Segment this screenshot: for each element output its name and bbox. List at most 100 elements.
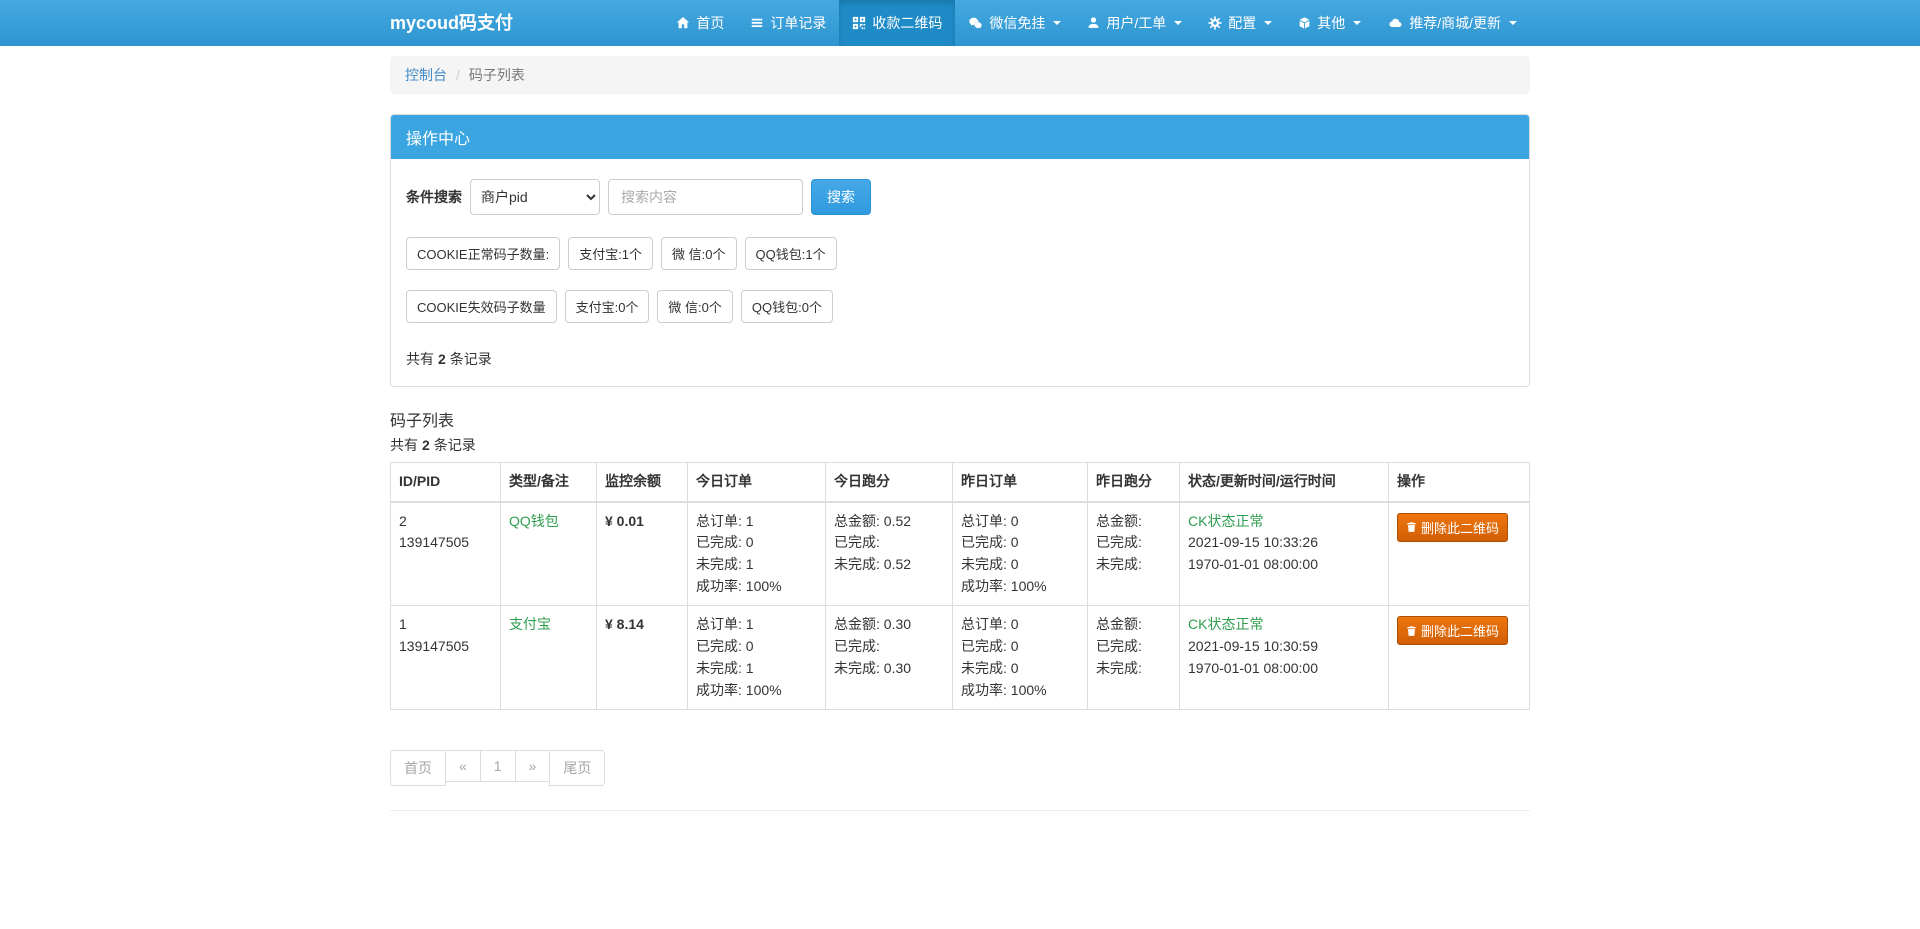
delete-qrcode-button[interactable]: 删除此二维码 (1397, 513, 1508, 542)
column-header-8: 操作 (1389, 463, 1530, 502)
page-first[interactable]: 首页 (390, 750, 446, 786)
id-pid-cell: 2139147505 (391, 502, 501, 606)
stat-button[interactable]: COOKIE正常码子数量: (406, 237, 560, 270)
channel-type-cell: 支付宝 (501, 606, 597, 710)
stat-row-normal: COOKIE正常码子数量:支付宝:1个微 信:0个 QQ钱包:1个 (406, 237, 1514, 270)
status-cell: CK状态正常2021-09-15 10:33:261970-01-01 08:0… (1180, 502, 1389, 606)
page-next[interactable]: » (515, 750, 551, 782)
today-points-cell: 总金额: 0.52已完成:未完成: 0.52 (826, 502, 953, 606)
stat-button[interactable]: QQ钱包:0个 (741, 290, 833, 323)
records-suffix: 条记录 (434, 437, 476, 453)
nav-item-orders[interactable]: 订单记录 (737, 0, 839, 46)
yesterday-order-cell: 总订单: 0已完成: 0未完成: 0成功率: 100% (953, 502, 1088, 606)
pagination: 首页«1»尾页 (390, 750, 1530, 786)
yesterday-points-cell-line: 已完成: (1096, 532, 1171, 554)
column-header-1: 类型/备注 (501, 463, 597, 502)
nav-item-label: 收款二维码 (872, 13, 942, 33)
today-order-cell-line: 未完成: 1 (696, 554, 817, 576)
yesterday-points-cell: 总金额:已完成:未完成: (1088, 502, 1180, 606)
table-row: 1139147505支付宝¥ 8.14总订单: 1已完成: 0未完成: 1成功率… (391, 606, 1530, 710)
nav-item-qrcode[interactable]: 收款二维码 (839, 0, 955, 46)
nav-item-config[interactable]: 配置 (1195, 0, 1285, 46)
stat-button[interactable]: 支付宝:0个 (565, 290, 650, 323)
box-icon (1298, 16, 1311, 30)
today-points-cell-line: 已完成: (834, 636, 944, 658)
records-prefix: 共有 (390, 437, 418, 453)
stat-button[interactable]: 微 信:0个 (657, 290, 732, 323)
delete-qrcode-button[interactable]: 删除此二维码 (1397, 616, 1508, 645)
ck-status: CK状态正常 (1188, 511, 1380, 533)
yesterday-points-cell: 总金额:已完成:未完成: (1088, 606, 1180, 710)
page-1[interactable]: 1 (480, 750, 516, 782)
pagination-item: 尾页 (550, 750, 605, 786)
yesterday-order-cell-line: 成功率: 100% (961, 680, 1079, 702)
today-order-cell-line: 已完成: 0 (696, 532, 817, 554)
trash-icon (1406, 521, 1417, 533)
nav-item-label: 推荐/商城/更新 (1409, 13, 1501, 33)
run-time: 1970-01-01 08:00:00 (1188, 658, 1380, 680)
update-time: 2021-09-15 10:33:26 (1188, 532, 1380, 554)
row-id: 1 (399, 614, 492, 636)
records-count: 2 (422, 437, 430, 453)
update-time: 2021-09-15 10:30:59 (1188, 636, 1380, 658)
today-order-cell-line: 已完成: 0 (696, 636, 817, 658)
column-header-2: 监控余额 (597, 463, 688, 502)
records-suffix: 条记录 (450, 351, 492, 367)
delete-button-label: 删除此二维码 (1421, 518, 1499, 537)
yesterday-order-cell-line: 总订单: 0 (961, 614, 1079, 636)
channel-type-cell: QQ钱包 (501, 502, 597, 606)
breadcrumb: 控制台 / 码子列表 (390, 56, 1530, 94)
caret-down-icon (1174, 21, 1182, 25)
nav-item-other[interactable]: 其他 (1285, 0, 1374, 46)
yesterday-order-cell-line: 已完成: 0 (961, 636, 1079, 658)
column-header-0: ID/PID (391, 463, 501, 502)
nav-item-label: 用户/工单 (1106, 13, 1166, 33)
nav-item-home[interactable]: 首页 (663, 0, 737, 46)
yesterday-points-cell-line: 总金额: (1096, 511, 1171, 533)
page-last[interactable]: 尾页 (549, 750, 605, 786)
caret-down-icon (1053, 21, 1061, 25)
column-header-6: 昨日跑分 (1088, 463, 1180, 502)
nav-item-label: 订单记录 (770, 13, 826, 33)
id-pid-cell: 1139147505 (391, 606, 501, 710)
nav-item-users[interactable]: 用户/工单 (1074, 0, 1195, 46)
brand[interactable]: mycoud码支付 (390, 0, 513, 46)
caret-down-icon (1509, 21, 1517, 25)
nav-item-wechat[interactable]: 微信免挂 (955, 0, 1074, 46)
stat-button[interactable]: QQ钱包:1个 (745, 237, 837, 270)
yesterday-order-cell-line: 已完成: 0 (961, 532, 1079, 554)
stat-row-invalid: COOKIE失效码子数量支付宝:0个微 信:0个 QQ钱包:0个 (406, 290, 1514, 323)
stat-button[interactable]: 支付宝:1个 (568, 237, 653, 270)
nav-item-recommend[interactable]: 推荐/商城/更新 (1374, 0, 1530, 46)
run-time: 1970-01-01 08:00:00 (1188, 554, 1380, 576)
page-prev[interactable]: « (445, 750, 481, 782)
stat-button[interactable]: 微 信:0个 (661, 237, 736, 270)
table-row: 2139147505QQ钱包¥ 0.01总订单: 1已完成: 0未完成: 1成功… (391, 502, 1530, 606)
nav-item-label: 微信免挂 (989, 13, 1045, 33)
nav-item-label: 首页 (696, 13, 724, 33)
gear-icon (1208, 16, 1222, 30)
nav-item-label: 配置 (1228, 13, 1256, 33)
column-header-3: 今日订单 (688, 463, 826, 502)
search-label: 条件搜索 (406, 187, 462, 207)
trash-icon (1406, 625, 1417, 637)
yesterday-order-cell-line: 成功率: 100% (961, 576, 1079, 598)
ck-status: CK状态正常 (1188, 614, 1380, 636)
balance-cell: ¥ 8.14 (597, 606, 688, 710)
breadcrumb-home-link[interactable]: 控制台 (405, 65, 447, 85)
user-icon (1087, 16, 1100, 30)
search-type-select[interactable]: 商户pid (470, 179, 600, 215)
column-header-5: 昨日订单 (953, 463, 1088, 502)
search-button[interactable]: 搜索 (811, 179, 871, 215)
operation-panel: 操作中心 条件搜索 商户pid 搜索 COOKIE正常码子数量:支付宝:1个微 … (390, 114, 1530, 387)
navbar: mycoud码支付 首页 订单记录 收款二维码 微信免挂 用户/工单 配置 其他 推荐/商城/… (0, 0, 1920, 46)
yesterday-order-cell-line: 未完成: 0 (961, 658, 1079, 680)
stat-button[interactable]: COOKIE失效码子数量 (406, 290, 557, 323)
records-prefix: 共有 (406, 351, 434, 367)
search-form: 条件搜索 商户pid 搜索 (406, 179, 1514, 215)
yesterday-order-cell-line: 总订单: 0 (961, 511, 1079, 533)
pagination-item: » (516, 750, 551, 786)
row-pid: 139147505 (399, 636, 492, 658)
nav-item-label: 其他 (1317, 13, 1345, 33)
search-input[interactable] (608, 179, 803, 215)
